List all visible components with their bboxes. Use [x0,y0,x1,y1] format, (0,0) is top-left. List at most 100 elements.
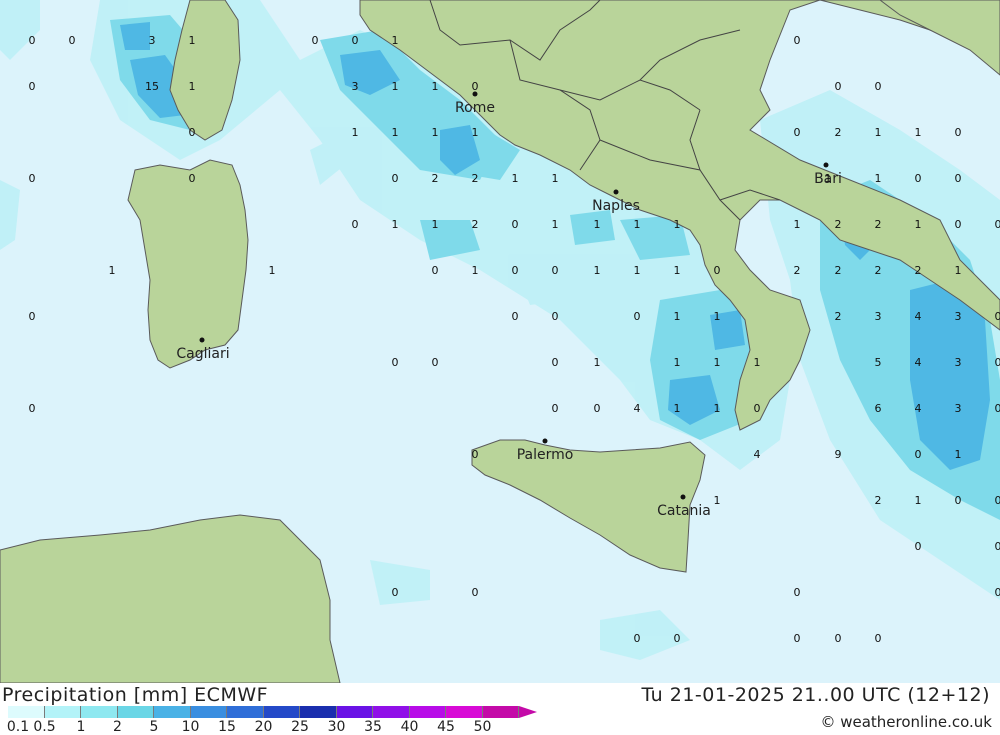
precip-value: 0 [875,632,882,645]
precip-value: 1 [594,356,601,369]
precip-value: 0 [352,218,359,231]
precip-value: 1 [674,310,681,323]
precip-value: 0 [29,310,36,323]
precip-value: 2 [915,264,922,277]
precip-value: 0 [835,632,842,645]
precip-value: 1 [432,126,439,139]
legend-swatch [81,706,118,718]
precip-value: 1 [189,34,196,47]
precip-value: 2 [432,172,439,185]
precip-value: 0 [392,172,399,185]
precip-value: 2 [472,218,479,231]
precip-value: 0 [995,402,1000,415]
legend-swatch [446,706,483,718]
precip-value: 1 [392,218,399,231]
catania-marker [681,495,686,500]
precip-value: 0 [995,310,1000,323]
precip-value: 0 [392,586,399,599]
precip-value: 0 [794,34,801,47]
africa-land [0,515,340,683]
legend-arrow-icon [519,706,537,718]
precip-value: 2 [794,264,801,277]
precip-value: 0 [352,34,359,47]
precip-value: 1 [594,218,601,231]
city-label-rome: Rome [455,100,495,116]
precip-value: 1 [714,310,721,323]
precip-value: 0 [955,126,962,139]
precip-value: 1 [189,80,196,93]
precip-value: 0 [835,80,842,93]
precip-value: 0 [995,218,1000,231]
legend-swatch [264,706,301,718]
valid-time: Tu 21-01-2025 21..00 UTC (12+12) [641,684,990,706]
precip-value: 0 [794,632,801,645]
legend-swatch [191,706,228,718]
precip-value: 1 [875,172,882,185]
precip-value: 1 [512,172,519,185]
precip-value: 0 [392,356,399,369]
precip-value: 0 [915,172,922,185]
legend-swatch [45,706,82,718]
precip-value: 0 [955,494,962,507]
precip-value: 0 [674,632,681,645]
precip-value: 1 [754,356,761,369]
precip-value: 0 [69,34,76,47]
precip-value: 5 [875,356,882,369]
precip-value: 0 [995,540,1000,553]
precip-value: 1 [875,126,882,139]
footer: Precipitation [mm] ECMWF Tu 21-01-2025 2… [0,683,1000,733]
legend-swatch [227,706,264,718]
precip-value: 2 [835,310,842,323]
precip-value: 0 [552,310,559,323]
precip-value: 0 [915,540,922,553]
precip-value: 0 [915,448,922,461]
precip-value: 3 [955,402,962,415]
palermo-marker [543,439,548,444]
map-title: Precipitation [mm] ECMWF [2,684,268,706]
legend-swatch [410,706,447,718]
precip-value: 2 [875,264,882,277]
legend-swatch [118,706,155,718]
precip-value: 0 [472,586,479,599]
precip-value: 3 [149,34,156,47]
precip-value: 0 [875,80,882,93]
precipitation-map: Rome Naples Bari Cagliari Palermo Catani… [0,0,1000,683]
precip-value: 0 [312,34,319,47]
precip-value: 3 [875,310,882,323]
city-label-cagliari: Cagliari [176,346,229,362]
precip-value: 1 [915,494,922,507]
precip-value: 0 [955,218,962,231]
precip-value: 1 [714,356,721,369]
precip-value: 1 [594,264,601,277]
precip-value: 9 [835,448,842,461]
naples-marker [614,190,619,195]
city-label-palermo: Palermo [517,447,574,463]
precip-value: 0 [552,402,559,415]
precip-value: 0 [794,586,801,599]
precip-value: 0 [472,448,479,461]
precip-value: 1 [674,356,681,369]
credit-link[interactable]: © weatheronline.co.uk [820,713,992,731]
precip-value: 3 [955,356,962,369]
precip-value: 0 [432,264,439,277]
precip-value: 3 [352,80,359,93]
precip-value: 15 [145,80,159,93]
precip-value: 0 [634,632,641,645]
legend-swatch [8,706,45,718]
legend-swatch [300,706,337,718]
precip-value: 1 [915,218,922,231]
precip-value: 1 [674,264,681,277]
precip-value: 0 [512,310,519,323]
precip-value: 2 [835,264,842,277]
precip-value: 0 [512,218,519,231]
precip-value: 1 [714,494,721,507]
precip-value: 3 [955,310,962,323]
precip-value: 0 [955,172,962,185]
precip-value: 1 [432,218,439,231]
precip-value: 0 [552,356,559,369]
precip-value: 2 [835,126,842,139]
precip-value: 2 [875,494,882,507]
legend-swatch [337,706,374,718]
precip-value: 0 [594,402,601,415]
legend-swatch [154,706,191,718]
